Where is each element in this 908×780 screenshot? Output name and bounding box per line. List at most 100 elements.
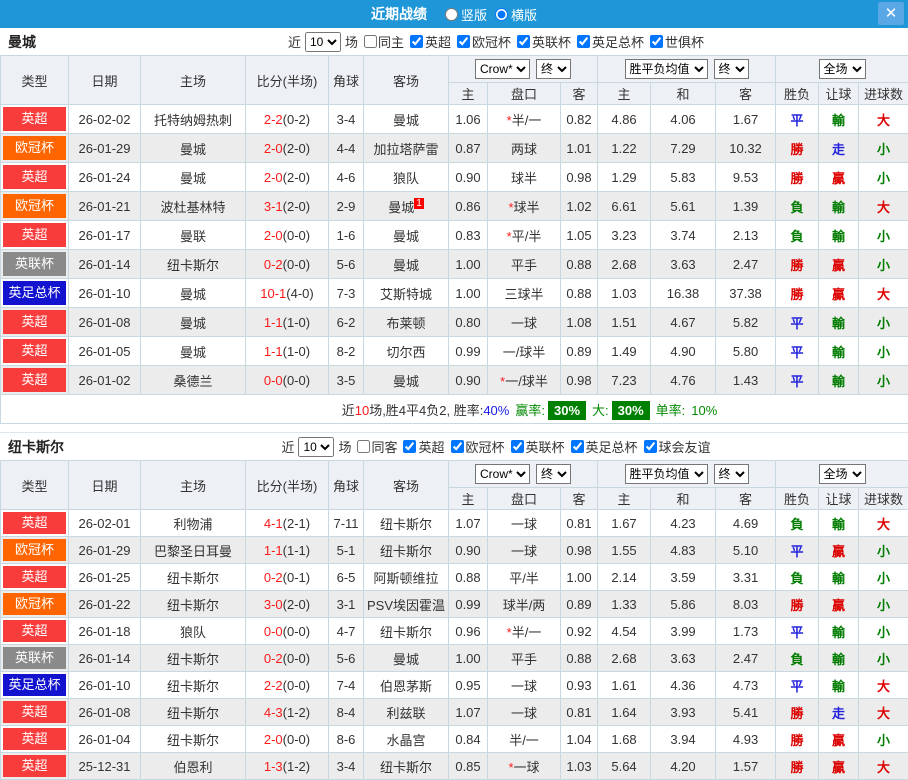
league-checkbox-2[interactable] [511, 440, 524, 453]
scope-select[interactable]: 全场 [819, 59, 866, 79]
games-label: 场 [338, 437, 351, 456]
vertical-layout-radio[interactable] [445, 8, 458, 21]
sub-column-header: 胜负 [776, 488, 819, 510]
team-section: 曼城近10场同主英超欧冠杯英联杯英足总杯世俱杯类型日期主场比分(半场)角球客场C… [0, 28, 908, 424]
match-row: 欧冠杯26-01-29巴黎圣日耳曼1-1(1-1)5-1纽卡斯尔0.90一球0.… [1, 537, 908, 564]
corner-count: 8-4 [329, 699, 364, 726]
league-checkbox-1[interactable] [451, 440, 464, 453]
league-checkbox-0[interactable] [403, 440, 416, 453]
avg-lose: 5.82 [716, 308, 776, 337]
same-venue-checkbox[interactable] [364, 35, 377, 48]
avg-draw: 3.94 [651, 726, 716, 753]
match-row: 英超25-12-31伯恩利1-3(1-2)3-4纽卡斯尔0.85*一球1.035… [1, 753, 908, 780]
avg-odds-select[interactable]: 胜平负均值 [625, 59, 708, 79]
result-outcome: 勝 [776, 699, 819, 726]
avg-draw: 4.36 [651, 672, 716, 699]
match-count-select[interactable]: 10 [305, 32, 341, 52]
result-goals: 大 [859, 192, 908, 221]
odds-header-cell: Crow* 终 [449, 461, 598, 488]
league-checkbox-0[interactable] [410, 35, 423, 48]
result-goals: 小 [859, 537, 908, 564]
result-handicap: 輸 [819, 645, 859, 672]
big-rate-badge: 30% [612, 401, 650, 420]
sub-column-header: 客 [561, 488, 598, 510]
league-checkbox-label: 英超 [418, 437, 444, 456]
final-avg-select[interactable]: 终 [714, 59, 749, 79]
handicap-line: 平/半 [488, 564, 561, 591]
sub-column-header: 和 [651, 83, 716, 105]
home-team: 狼队 [141, 618, 246, 645]
odds-home: 0.90 [449, 366, 488, 395]
same-venue-checkbox[interactable] [357, 440, 370, 453]
match-date: 26-02-02 [69, 105, 141, 134]
column-header: 角球 [329, 461, 364, 510]
result-outcome: 勝 [776, 753, 819, 780]
win-rate-label: 赢率: [515, 403, 545, 418]
odds-company-select[interactable]: Crow* [475, 59, 530, 79]
away-team: 纽卡斯尔 [364, 537, 449, 564]
filter-controls: 近10场同主英超欧冠杯英联杯英足总杯世俱杯 [288, 32, 704, 52]
handicap-line: 一球 [488, 672, 561, 699]
league-checkbox-3[interactable] [577, 35, 590, 48]
corner-count: 5-1 [329, 537, 364, 564]
home-team: 曼城 [141, 279, 246, 308]
corner-count: 3-5 [329, 366, 364, 395]
result-outcome: 負 [776, 510, 819, 537]
card-superscript: 1 [414, 198, 424, 209]
league-checkbox-4[interactable] [644, 440, 657, 453]
league-checkbox-2[interactable] [517, 35, 530, 48]
scope-select[interactable]: 全场 [819, 464, 866, 484]
avg-odds-select[interactable]: 胜平负均值 [625, 464, 708, 484]
avg-win: 2.14 [598, 564, 651, 591]
odds-company-select[interactable]: Crow* [475, 464, 530, 484]
scope-header-cell: 全场 [776, 461, 908, 488]
close-icon[interactable]: ✕ [878, 2, 904, 25]
match-date: 26-02-01 [69, 510, 141, 537]
match-count-select[interactable]: 10 [298, 437, 334, 457]
final-odds-select[interactable]: 终 [536, 59, 571, 79]
odds-home: 1.00 [449, 645, 488, 672]
away-team: 曼城 [364, 366, 449, 395]
near-label: 近 [281, 437, 294, 456]
handicap-line: 一球 [488, 308, 561, 337]
games-label: 场 [345, 32, 358, 51]
handicap-line: 一球 [488, 537, 561, 564]
odds-away: 0.81 [561, 510, 598, 537]
horizontal-layout-radio[interactable] [495, 8, 508, 21]
final-avg-select[interactable]: 终 [714, 464, 749, 484]
result-handicap: 輸 [819, 337, 859, 366]
sub-column-header: 进球数 [859, 488, 908, 510]
matches-table: 类型日期主场比分(半场)角球客场Crow*终胜平负均值终全场主盘口客主和客胜负让… [0, 55, 908, 424]
league-checkbox-3[interactable] [571, 440, 584, 453]
avg-win: 3.23 [598, 221, 651, 250]
avg-win: 1.29 [598, 163, 651, 192]
big-rate-label: 大: [592, 403, 609, 418]
corner-count: 3-4 [329, 753, 364, 780]
match-row: 英足总杯26-01-10纽卡斯尔2-2(0-0)7-4伯恩茅斯0.95一球0.9… [1, 672, 908, 699]
avg-lose: 2.47 [716, 645, 776, 672]
away-team: 曼城 [364, 250, 449, 279]
result-handicap: 贏 [819, 591, 859, 618]
odds-away: 1.00 [561, 564, 598, 591]
avg-win: 1.68 [598, 726, 651, 753]
league-cell: 英足总杯 [1, 672, 69, 699]
away-team: 纽卡斯尔 [364, 618, 449, 645]
match-row: 英超26-02-01利物浦4-1(2-1)7-11纽卡斯尔1.07一球0.811… [1, 510, 908, 537]
odds-home: 0.80 [449, 308, 488, 337]
match-score: 0-0(0-0) [246, 366, 329, 395]
away-team: 曼城 [364, 105, 449, 134]
sub-column-header: 让球 [819, 83, 859, 105]
league-checkbox-4[interactable] [650, 35, 663, 48]
home-team: 纽卡斯尔 [141, 250, 246, 279]
result-outcome: 負 [776, 192, 819, 221]
home-team: 纽卡斯尔 [141, 645, 246, 672]
record-summary: 近10场,胜4平4负2, 胜率:40%赢率:30%大:30%单率:10% [1, 395, 908, 424]
away-team: 伯恩茅斯 [364, 672, 449, 699]
layout-radio-group: 竖版 横版 [437, 5, 537, 24]
handicap-line: *半/一 [488, 618, 561, 645]
home-team: 曼城 [141, 308, 246, 337]
result-goals: 小 [859, 221, 908, 250]
match-row: 英超26-01-02桑德兰0-0(0-0)3-5曼城0.90*一/球半0.987… [1, 366, 908, 395]
final-odds-select[interactable]: 终 [536, 464, 571, 484]
league-checkbox-1[interactable] [457, 35, 470, 48]
